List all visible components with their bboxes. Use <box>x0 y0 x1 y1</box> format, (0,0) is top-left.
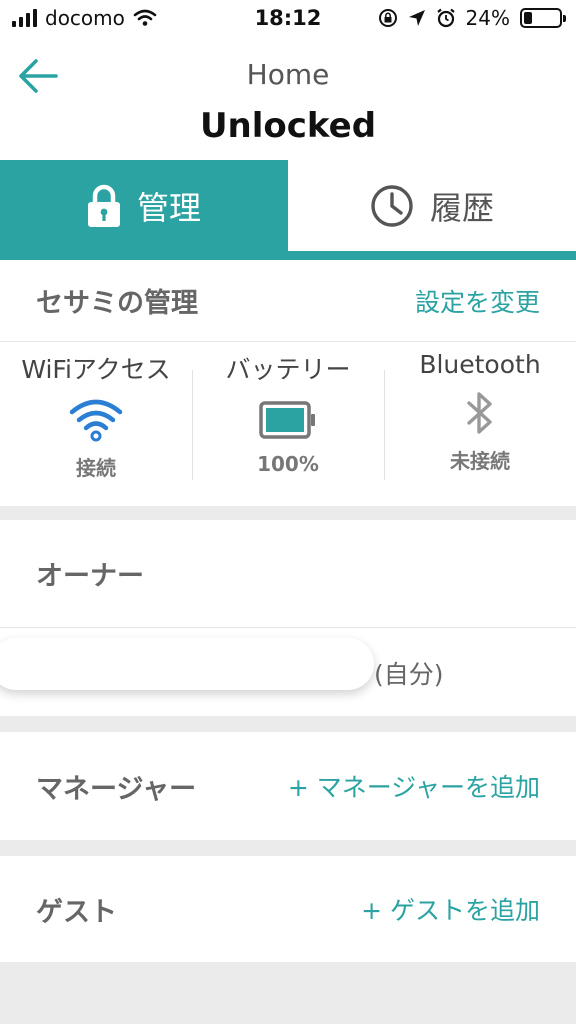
add-guest-button[interactable]: + ゲストを追加 <box>361 891 540 927</box>
nav-header: Home Unlocked <box>0 36 576 160</box>
battery-value: 100% <box>257 452 319 476</box>
battery-percent: 24% <box>465 6 510 30</box>
rotation-lock-icon <box>378 9 397 27</box>
battery-label: バッテリー <box>225 355 351 384</box>
tab-history[interactable]: 履歴 <box>288 160 576 251</box>
manager-section: マネージャー + マネージャーを追加 <box>0 732 576 840</box>
battery-status-icon <box>520 8 566 28</box>
tab-management[interactable]: 管理 <box>0 160 288 251</box>
status-bar: docomo 18:12 24% <box>0 0 576 36</box>
lock-state-title: Unlocked <box>199 106 377 146</box>
bluetooth-label: Bluetooth <box>419 350 541 379</box>
lock-icon <box>87 184 120 227</box>
management-header: セサミの管理 設定を変更 <box>0 260 576 342</box>
tab-history-label: 履歴 <box>429 188 494 227</box>
battery-status: バッテリー 100% <box>192 342 384 506</box>
divider <box>0 627 576 628</box>
section-divider <box>0 716 576 732</box>
bluetooth-value: 未接続 <box>450 449 510 473</box>
location-icon <box>408 10 425 26</box>
battery-icon <box>259 396 317 444</box>
tab-management-label: 管理 <box>136 188 201 227</box>
change-settings-link[interactable]: 設定を変更 <box>415 283 540 319</box>
manager-title: マネージャー <box>36 773 197 805</box>
device-status-panel: WiFiアクセス 接続 バッテリー 100% Bluetooth 未接続 <box>0 342 576 506</box>
redacted-owner-name <box>0 638 374 690</box>
wifi-icon <box>68 396 124 444</box>
clock-icon <box>371 184 413 227</box>
wifi-status: WiFiアクセス 接続 <box>0 342 192 506</box>
section-divider <box>0 962 576 1024</box>
guest-title: ゲスト <box>36 896 117 928</box>
owner-self-label: (自分) <box>374 660 444 689</box>
owner-section-header: オーナー <box>0 520 576 627</box>
bluetooth-status: Bluetooth 未接続 <box>384 342 576 506</box>
wifi-value: 接続 <box>76 456 116 480</box>
section-divider <box>0 840 576 856</box>
owner-title: オーナー <box>36 561 144 592</box>
management-title: セサミの管理 <box>36 288 198 319</box>
alarm-icon <box>436 8 455 28</box>
battery-level <box>524 12 533 24</box>
add-manager-button[interactable]: + マネージャーを追加 <box>288 768 540 804</box>
wifi-label: WiFiアクセス <box>21 355 171 384</box>
tab-bar: 管理 履歴 <box>0 160 576 260</box>
guest-section: ゲスト + ゲストを追加 <box>0 856 576 962</box>
device-group-name: Home <box>246 58 330 91</box>
status-right: 24% <box>378 6 566 30</box>
section-divider <box>0 506 576 520</box>
bluetooth-icon <box>462 389 498 437</box>
